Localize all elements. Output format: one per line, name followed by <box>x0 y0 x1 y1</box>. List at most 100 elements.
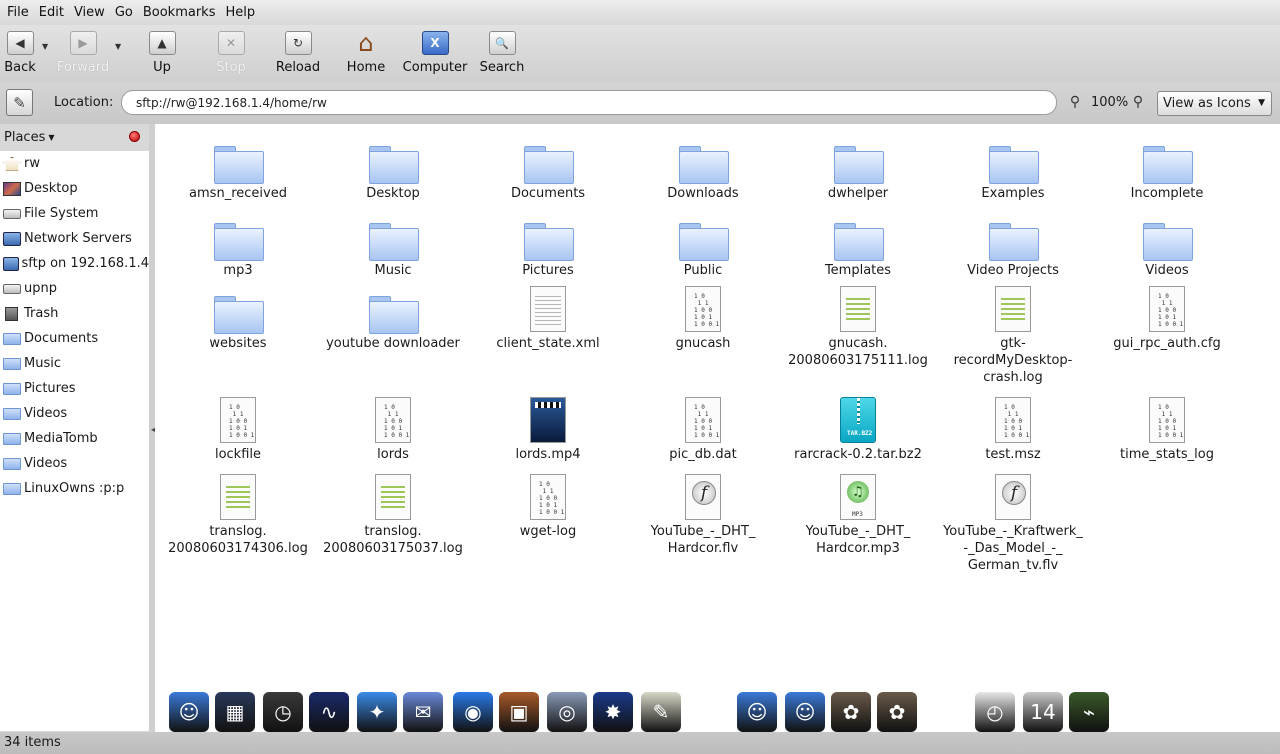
sidebar-item-linuxowns-p-p[interactable]: LinuxOwns :p:p <box>0 476 149 501</box>
sidebar-item-music[interactable]: Music <box>0 351 149 376</box>
folder-item[interactable]: amsn_received <box>163 136 313 202</box>
back-history-dropdown-icon[interactable]: ▼ <box>42 42 48 51</box>
menu-file[interactable]: File <box>2 5 34 20</box>
sidebar-item-documents[interactable]: Documents <box>0 326 149 351</box>
menu-edit[interactable]: Edit <box>34 5 69 20</box>
folder-item[interactable]: Pictures <box>473 213 623 279</box>
textedit-dock-icon[interactable]: ✎ <box>641 692 681 732</box>
forward-arrow-icon: ▶ <box>69 31 97 55</box>
file-name: Desktop <box>366 186 420 201</box>
reload-button[interactable]: ↻ Reload <box>275 31 321 79</box>
file-item[interactable]: translog. 20080603174306.log <box>163 474 313 557</box>
terminal-dock-icon[interactable]: ⌁ <box>1069 692 1109 732</box>
gimp2-dock-icon[interactable]: ✿ <box>877 692 917 732</box>
file-name: wget-log <box>519 524 577 539</box>
folder-item[interactable]: Desktop <box>318 136 468 202</box>
sidebar-item-videos[interactable]: Videos <box>0 401 149 426</box>
file-item[interactable]: 1 0 1 1 1 0 0 1 0 1 1 0 0 1 test.msz <box>938 397 1088 463</box>
sidebar-item-network-servers[interactable]: Network Servers <box>0 226 149 251</box>
mail-dock-icon[interactable]: ✉ <box>403 692 443 732</box>
stop-button[interactable]: ✕ Stop <box>214 31 248 79</box>
ichat-dock-icon[interactable]: ◉ <box>453 692 493 732</box>
zoom-out-icon[interactable]: ⚲ <box>1067 94 1083 110</box>
location-edit-toggle-button[interactable]: ✎ <box>6 89 33 116</box>
zoom-level[interactable]: 100% <box>1091 95 1128 110</box>
file-item[interactable]: YouTube_-_DHT_ Hardcor.flv <box>628 474 778 557</box>
home-button[interactable]: ⌂ Home <box>345 29 387 79</box>
folder-item[interactable]: Templates <box>783 213 933 279</box>
sidebar-item-label: sftp on 192.168.1.4 <box>21 256 150 271</box>
imovie-dock-icon[interactable]: ✸ <box>593 692 633 732</box>
trash-dock-icon[interactable]: 14 <box>1023 692 1063 732</box>
sidebar-item-rw[interactable]: rw <box>0 151 149 176</box>
finder-dock-icon[interactable]: ☺ <box>169 692 209 732</box>
close-sidebar-icon[interactable] <box>129 131 140 142</box>
forward-button[interactable]: ▶ Forward <box>57 31 109 79</box>
file-item[interactable]: 1 0 1 1 1 0 0 1 0 1 1 0 0 1 lords <box>318 397 468 463</box>
sidebar-item-desktop[interactable]: Desktop <box>0 176 149 201</box>
folder-item[interactable]: Public <box>628 213 778 279</box>
icon-wrap: 1 0 1 1 1 0 0 1 0 1 1 0 0 1 <box>685 397 721 443</box>
file-item[interactable]: 1 0 1 1 1 0 0 1 0 1 1 0 0 1 pic_db.dat <box>628 397 778 463</box>
folder-item[interactable]: Incomplete <box>1092 136 1242 202</box>
sidebar-item-pictures[interactable]: Pictures <box>0 376 149 401</box>
file-item[interactable]: MP3 YouTube_-_DHT_ Hardcor.mp3 <box>783 474 933 557</box>
finder2-dock-icon[interactable]: ☺ <box>737 692 777 732</box>
icon-wrap <box>214 286 264 334</box>
zoom-in-icon[interactable]: ⚲ <box>1130 94 1146 110</box>
file-item[interactable]: lords.mp4 <box>473 397 623 463</box>
file-item[interactable]: YouTube_-_Kraftwerk_ -_Das_Model_-_ Germ… <box>938 474 1088 574</box>
icon-wrap: 1 0 1 1 1 0 0 1 0 1 1 0 0 1 <box>995 397 1031 443</box>
file-item[interactable]: 1 0 1 1 1 0 0 1 0 1 1 0 0 1 wget-log <box>473 474 623 540</box>
sidebar-item-file-system[interactable]: File System <box>0 201 149 226</box>
gimp-dock-icon[interactable]: ✿ <box>831 692 871 732</box>
file-item[interactable]: 1 0 1 1 1 0 0 1 0 1 1 0 0 1 gui_rpc_auth.… <box>1092 286 1242 352</box>
file-item[interactable]: 1 0 1 1 1 0 0 1 0 1 1 0 0 1 time_stats_lo… <box>1092 397 1242 463</box>
binary-file-icon: 1 0 1 1 1 0 0 1 0 1 1 0 0 1 <box>220 397 256 443</box>
folder-item[interactable]: Examples <box>938 136 1088 202</box>
folder-item[interactable]: Video Projects <box>938 213 1088 279</box>
time-machine-dock-icon[interactable]: ◷ <box>263 692 303 732</box>
sidebar-item-upnp[interactable]: upnp <box>0 276 149 301</box>
file-item[interactable]: client_state.xml <box>473 286 623 352</box>
folder-item[interactable]: Downloads <box>628 136 778 202</box>
folder-item[interactable]: mp3 <box>163 213 313 279</box>
forward-history-dropdown-icon[interactable]: ▼ <box>115 42 121 51</box>
activity-monitor-dock-icon[interactable]: ∿ <box>309 692 349 732</box>
menu-help[interactable]: Help <box>220 5 260 20</box>
photo-dock-icon[interactable]: ▣ <box>499 692 539 732</box>
file-item[interactable]: 1 0 1 1 1 0 0 1 0 1 1 0 0 1 gnucash <box>628 286 778 352</box>
folder-item[interactable]: Videos <box>1092 213 1242 279</box>
file-item[interactable]: 1 0 1 1 1 0 0 1 0 1 1 0 0 1 lockfile <box>163 397 313 463</box>
sidebar-item-trash[interactable]: Trash <box>0 301 149 326</box>
file-item[interactable]: translog. 20080603175037.log <box>318 474 468 557</box>
search-button[interactable]: 🔍 Search <box>478 31 526 79</box>
clock-dock-icon[interactable]: ◴ <box>975 692 1015 732</box>
file-item[interactable]: TAR.BZ2 rarcrack-0.2.tar.bz2 <box>783 397 933 463</box>
file-item[interactable]: gtk- recordMyDesktop- crash.log <box>938 286 1088 386</box>
folder-item[interactable]: youtube downloader <box>318 286 468 352</box>
menu-view[interactable]: View <box>69 5 110 20</box>
sidebar-item-label: rw <box>24 156 40 171</box>
sidebar-item-sftp-on-192-168-1-4[interactable]: sftp on 192.168.1.4 <box>0 251 149 276</box>
location-input[interactable] <box>121 90 1057 115</box>
menu-go[interactable]: Go <box>110 5 138 20</box>
view-mode-select[interactable]: View as Icons ▼ <box>1157 91 1272 116</box>
finder3-dock-icon[interactable]: ☺ <box>785 692 825 732</box>
folder-item[interactable]: Music <box>318 213 468 279</box>
folder-item[interactable]: websites <box>163 286 313 352</box>
computer-button[interactable]: X Computer <box>402 31 468 79</box>
sidebar-item-videos[interactable]: Videos <box>0 451 149 476</box>
file-icon-view[interactable]: amsn_received Desktop Documents Downloads dw… <box>155 124 1280 732</box>
folder-item[interactable]: Documents <box>473 136 623 202</box>
file-item[interactable]: gnucash. 20080603175111.log <box>783 286 933 369</box>
folder-item[interactable]: dwhelper <box>783 136 933 202</box>
preview-dock-icon[interactable]: ◎ <box>547 692 587 732</box>
up-button[interactable]: ▲ Up <box>146 31 178 79</box>
sidebar-item-mediatomb[interactable]: MediaTomb <box>0 426 149 451</box>
safari-dock-icon[interactable]: ✦ <box>357 692 397 732</box>
menu-bookmarks[interactable]: Bookmarks <box>138 5 221 20</box>
places-dropdown[interactable]: Places ▼ <box>0 124 149 150</box>
dashboard-dock-icon[interactable]: ▦ <box>215 692 255 732</box>
back-button[interactable]: ◀ Back <box>4 31 36 79</box>
